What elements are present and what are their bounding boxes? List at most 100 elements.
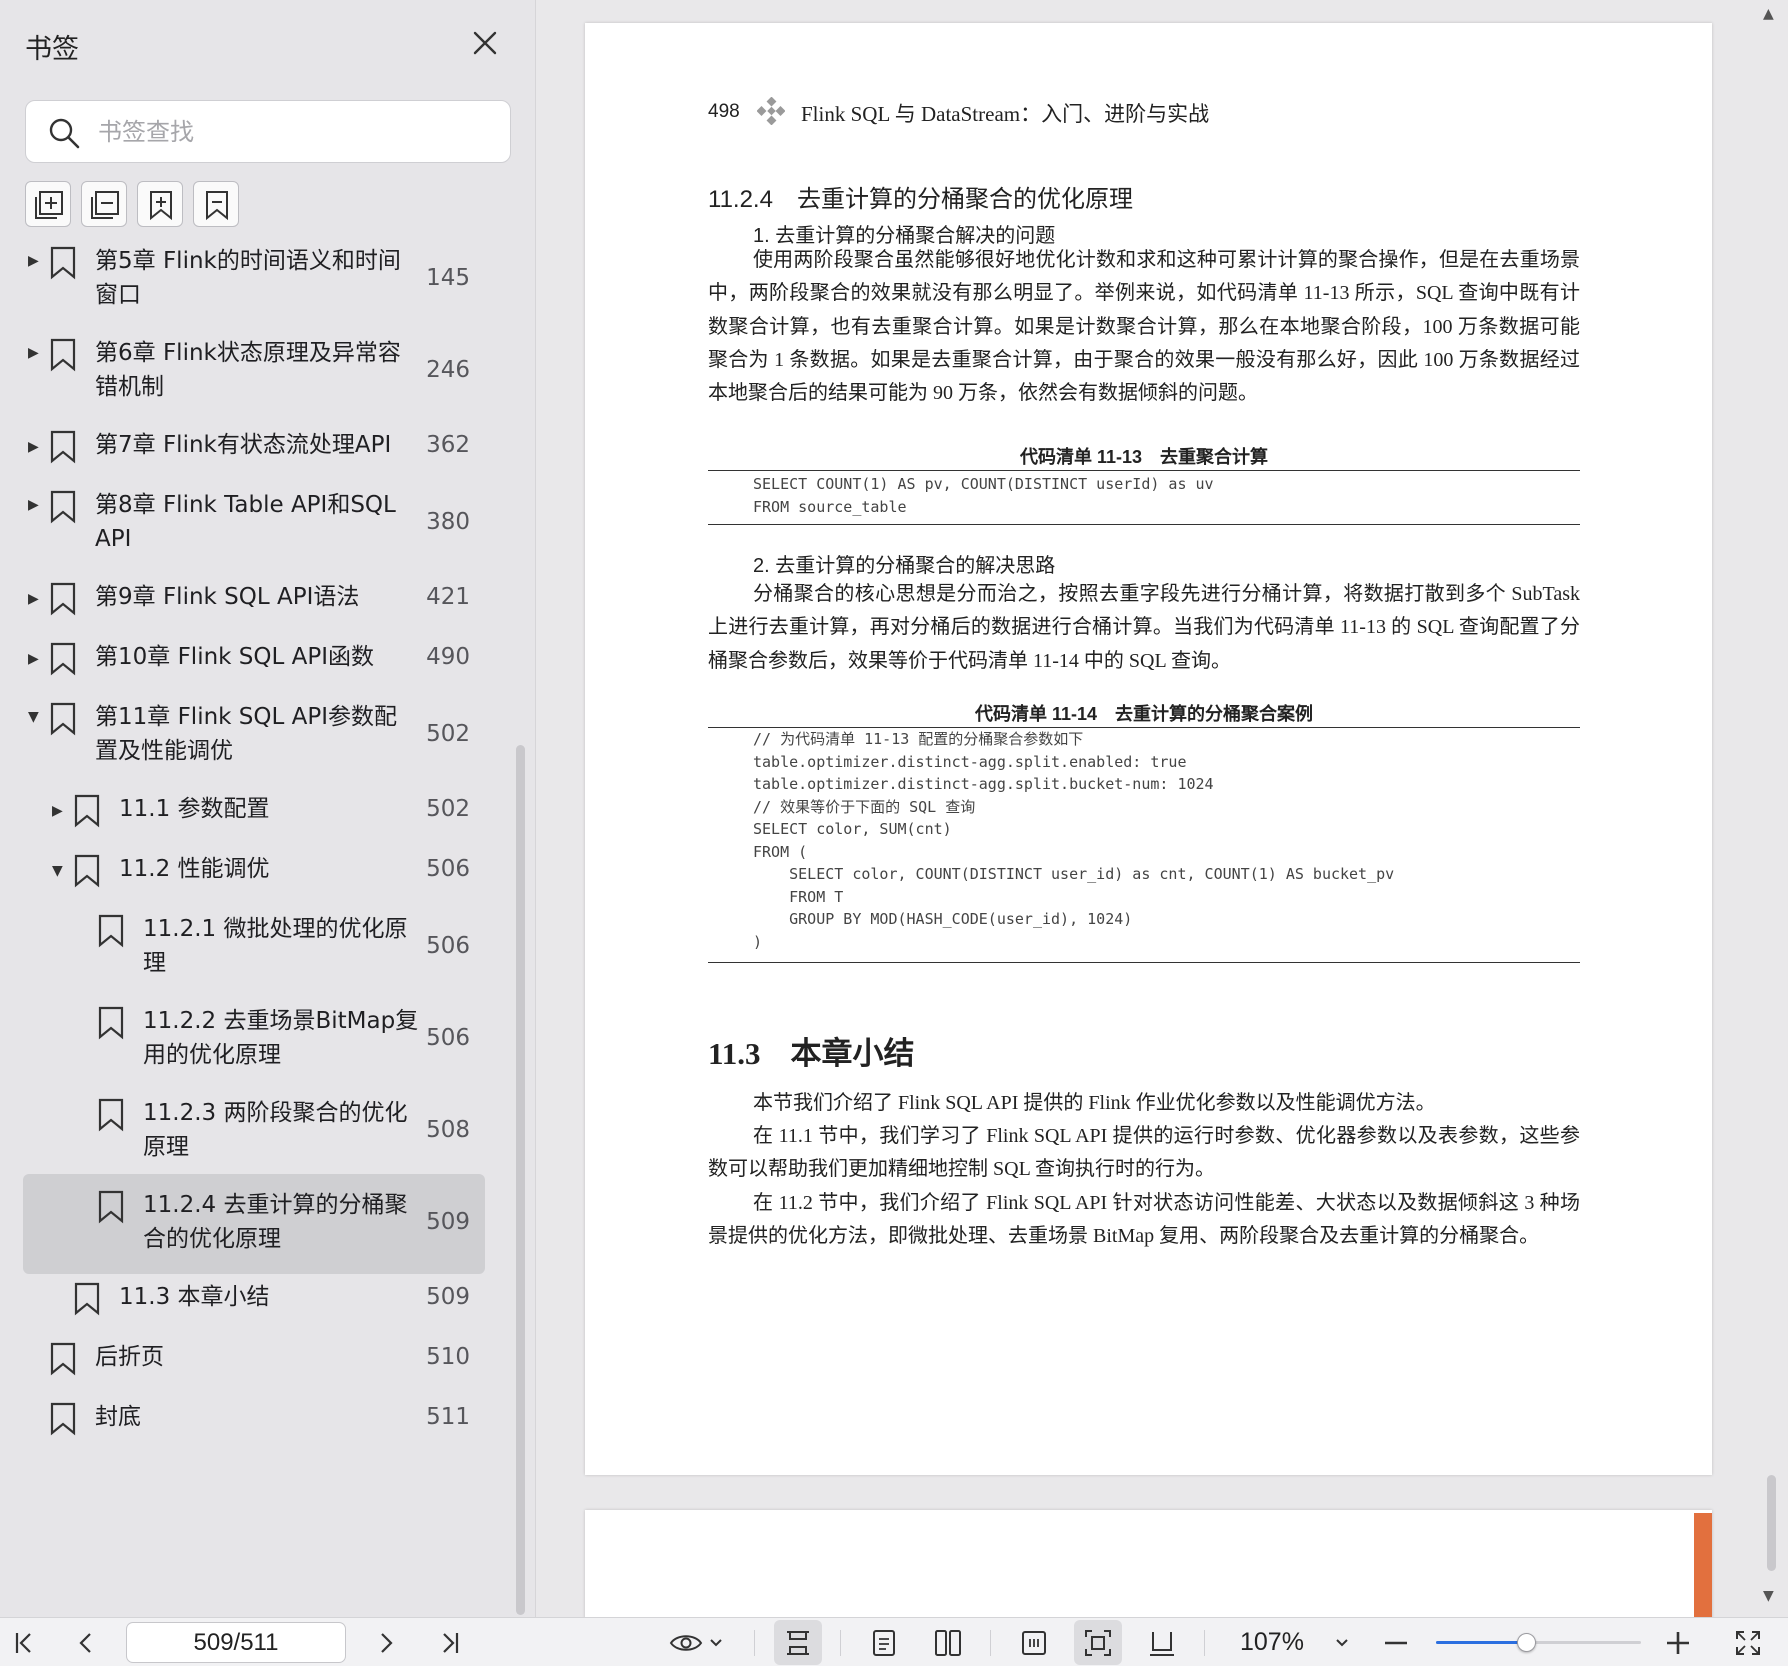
rotate-icon [1150,1631,1174,1656]
collapse-toggle-icon[interactable]: ▼ [52,862,70,880]
bookmark-label-line: 第5章 Flink的时间语义和时间 [95,248,401,274]
bookmark-label: 第5章 Flink的时间语义和时间 窗口 [95,246,401,312]
chevron-down-icon [710,1638,722,1646]
document-scrollbar[interactable] [1767,1475,1776,1571]
code-listing-caption-1: 代码清单 11-13 去重聚合计算 [1019,447,1269,467]
zoom-slider-handle[interactable] [1517,1633,1537,1652]
bookmark-label-line: 第10章 Flink SQL API函数 [95,644,375,670]
sidebar-scrollbar[interactable] [516,745,525,1615]
bookmark-icon [50,642,76,676]
continuous-scroll-button[interactable] [774,1620,822,1665]
scroll-down-arrow-icon[interactable]: ▼ [1763,1588,1774,1604]
collapse-toggle-icon[interactable]: ▼ [28,708,46,726]
bookmark-item[interactable]: ▶ 第6章 Flink状态原理及异常容 错机制 246 [0,338,520,406]
remove-bookmark-icon [206,191,228,221]
bookmark-page-number: 421 [426,584,470,610]
bookmark-label-line: 错机制 [95,374,164,400]
bookmark-label-line: 置及性能调优 [95,738,233,764]
bookmark-page-number: 506 [426,1025,470,1051]
bookmark-icon [50,1342,76,1376]
zoom-out-button[interactable] [1378,1618,1414,1666]
bookmark-label-line: 合的优化原理 [143,1226,281,1252]
two-page-button[interactable] [924,1618,972,1666]
page-number-input[interactable] [126,1622,346,1663]
bookmark-label-line: 封底 [95,1404,141,1430]
bookmark-page-number: 508 [426,1117,470,1143]
zoom-level[interactable]: 107% [1240,1618,1304,1666]
bookmark-page-number: 502 [426,796,470,822]
code-listing-caption-2: 代码清单 11-14 去重计算的分桶聚合案例 [974,704,1314,724]
view-mode-dropdown[interactable] [664,1618,728,1666]
bookmark-list: ▶ 第5章 Flink的时间语义和时间 窗口 145 ▶ 第6章 Flink状态原理及异常… [0,246,520,1616]
bookmark-item[interactable]: ▼ 第11章 Flink SQL API参数配 置及性能调优 502 [0,702,520,770]
close-icon[interactable] [470,28,500,58]
remove-bookmark-button[interactable] [193,181,239,227]
next-page-color-band [1694,1513,1712,1617]
bookmark-icon [50,246,76,280]
last-page-button[interactable] [432,1618,468,1666]
bookmark-item[interactable]: 后折页 510 [0,1342,520,1376]
bookmark-label: 11.2 性能调优 [119,852,270,886]
bookmark-item[interactable]: 封底 511 [0,1402,520,1436]
expand-toggle-icon[interactable]: ▶ [28,438,46,456]
bookmark-label: 封底 [95,1400,141,1434]
bookmark-item[interactable]: 11.2.3 两阶段聚合的优化 原理 508 [0,1098,520,1166]
bookmark-item[interactable]: 11.2.4 去重计算的分桶聚 合的优化原理 509 [0,1174,520,1274]
bookmark-label-line: 11.2.1 微批处理的优化原 [143,916,408,942]
expand-toggle-icon[interactable]: ▶ [28,650,46,668]
rotate-button[interactable] [1138,1618,1186,1666]
body-paragraph-2: 分桶聚合的核心思想是分而治之，按照去重字段先进行分桶计算，将数据打散到多个 Su… [708,583,1580,672]
two-page-icon [935,1629,961,1656]
next-page-button[interactable] [368,1618,404,1666]
bookmark-item[interactable]: ▶ 11.1 参数配置 502 [0,794,520,828]
zoom-in-button[interactable] [1660,1618,1696,1666]
prev-page-button[interactable] [68,1618,104,1666]
bookmark-item[interactable]: ▶ 第10章 Flink SQL API函数 490 [0,642,520,676]
bookmark-item[interactable]: 11.3 本章小结 509 [0,1282,520,1316]
bookmark-item[interactable]: 11.2.1 微批处理的优化原理 506 [0,914,520,982]
bookmark-icon [50,582,76,616]
bookmark-icon [50,338,76,372]
single-page-button[interactable] [860,1618,908,1666]
bookmark-item[interactable]: ▼ 11.2 性能调优 506 [0,854,520,888]
add-bookmark-icon [150,191,172,221]
fit-page-button[interactable] [1074,1620,1122,1665]
toolbar-separator [840,1630,841,1656]
bookmark-page-number: 145 [426,265,470,291]
bookmark-item[interactable]: ▶ 第7章 Flink有状态流处理API 362 [0,430,520,464]
bookmark-search-box[interactable] [25,100,511,163]
bookmark-icon [98,914,124,948]
fullscreen-button[interactable] [1728,1618,1768,1666]
zoom-slider[interactable] [1436,1641,1641,1644]
bookmark-label: 第10章 Flink SQL API函数 [95,640,374,674]
first-page-button[interactable] [6,1618,42,1666]
collapse-all-button[interactable] [81,181,127,227]
body-paragraph-1: 使用两阶段聚合虽然能够很好地优化计数和求和这种可累计计算的聚合操作，但是在去重场… [708,249,1580,405]
expand-toggle-icon[interactable]: ▶ [28,496,46,514]
bookmark-label-line: 第9章 Flink SQL API语法 [95,584,360,610]
collapse-all-icon [91,191,119,219]
expand-toggle-icon[interactable]: ▶ [52,802,70,820]
bookmark-label: 11.2.1 微批处理的优化原理 [143,912,407,980]
bookmark-label-line: 后折页 [95,1344,164,1370]
bookmark-page-number: 506 [426,856,470,882]
toolbar-separator [754,1630,755,1656]
expand-toggle-icon[interactable]: ▶ [28,590,46,608]
add-bookmark-button[interactable] [137,181,183,227]
bookmark-item[interactable]: ▶ 第9章 Flink SQL API语法 421 [0,582,520,616]
bookmark-label-line: 11.3 本章小结 [119,1284,270,1310]
expand-all-button[interactable] [25,181,71,227]
bookmark-label-line: 第7章 Flink有状态流处理API [95,432,392,458]
scroll-up-arrow-icon[interactable]: ▲ [1763,6,1774,22]
bookmark-item[interactable]: ▶ 第8章 Flink Table API和SQL API 380 [0,490,520,558]
summary-paragraph-1: 本节我们介绍了 Flink SQL API 提供的 Flink 作业优化参数以及… [753,1092,1436,1114]
section-heading: 11.2.4 去重计算的分桶聚合的优化原理 [708,186,1133,213]
fit-width-button[interactable] [1010,1618,1058,1666]
bookmark-item[interactable]: 11.2.2 去重场景BitMap复 用的优化原理 506 [0,1006,520,1074]
expand-toggle-icon[interactable]: ▶ [28,344,46,362]
zoom-dropdown-button[interactable] [1328,1618,1356,1666]
expand-toggle-icon[interactable]: ▶ [28,252,46,270]
bookmark-label-line: 11.2.2 去重场景BitMap复 [143,1008,419,1034]
bookmark-search-input[interactable] [98,111,498,153]
bookmark-item[interactable]: ▶ 第5章 Flink的时间语义和时间 窗口 145 [0,246,520,314]
